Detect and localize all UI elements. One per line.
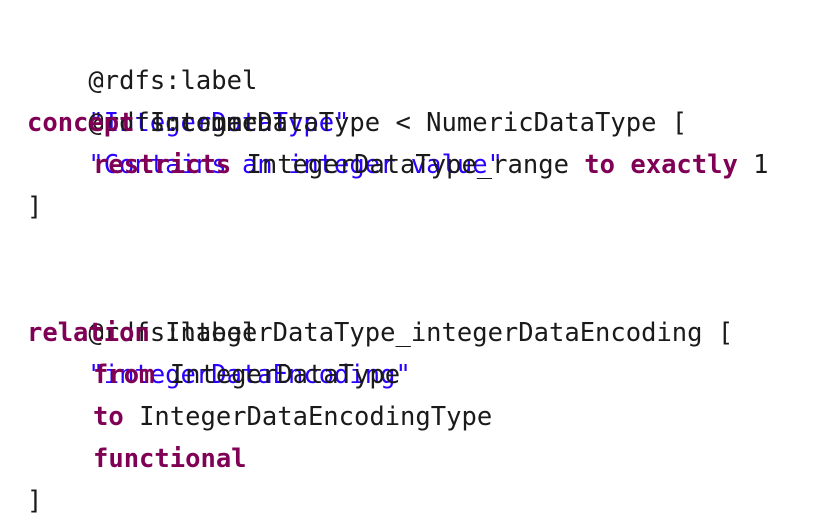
code-line-9: from IntegerDataType — [27, 354, 400, 396]
number-literal: 1 — [737, 150, 769, 180]
keyword: relation — [27, 318, 150, 348]
code-text: IntegerDataType_integerDataEncoding [ — [149, 318, 734, 348]
code-line-11: functional — [27, 438, 247, 480]
code-editor[interactable]: @rdfs:label "IntegerDataType" @rdfs:comm… — [0, 0, 816, 528]
closing-bracket: ] — [27, 192, 43, 222]
keyword: concept — [27, 108, 135, 138]
code-text: IntegerDataEncodingType — [123, 402, 493, 432]
code-text: IntegerDataType — [154, 360, 401, 390]
code-line-5: ] — [27, 186, 42, 228]
keyword: from — [93, 360, 155, 390]
code-line-8: relation IntegerDataType_integerDataEnco… — [27, 312, 733, 354]
keyword: exactly — [630, 150, 738, 180]
code-line-12: ] — [27, 480, 42, 522]
code-line-3: concept IntegerDataType < NumericDataTyp… — [27, 102, 687, 144]
code-line-7: @rdfs:label "integerDataEncoding" — [27, 270, 410, 390]
closing-bracket: ] — [27, 486, 43, 516]
code-text: IntegerDataType < NumericDataType [ — [134, 108, 688, 138]
keyword: to — [93, 402, 124, 432]
code-line-10: to IntegerDataEncodingType — [27, 396, 492, 438]
keyword: functional — [93, 444, 247, 474]
code-text: IntegerDataType_range — [231, 150, 585, 180]
keyword: to — [584, 150, 615, 180]
keyword: restricts — [93, 150, 232, 180]
code-line-2: @rdfs:comment "Contains an integer value… — [27, 60, 503, 180]
code-line-4: restricts IntegerDataType_range to exact… — [27, 144, 769, 186]
code-line-1: @rdfs:label "IntegerDataType" — [27, 18, 349, 138]
